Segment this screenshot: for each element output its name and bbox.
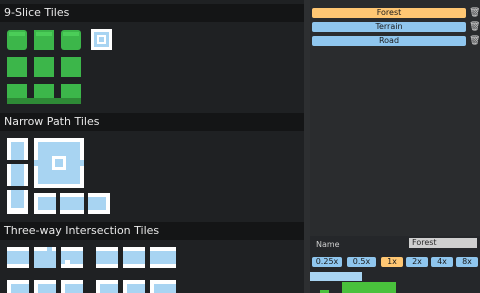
name-label: Name bbox=[316, 240, 340, 249]
zoom-button-1[interactable]: 1x bbox=[381, 257, 403, 267]
zoom-button-2[interactable]: 2x bbox=[406, 257, 428, 267]
trash-icon[interactable]: 🗑 bbox=[469, 36, 480, 46]
threeway-canvas[interactable] bbox=[0, 0, 304, 293]
properties-panel: Name Forest 0.25x 0.5x 1x 2x 4x 8x bbox=[310, 236, 480, 293]
zoom-button-05[interactable]: 0.5x bbox=[347, 257, 376, 267]
terrain-item-road[interactable]: Road bbox=[312, 36, 466, 46]
tile-preview bbox=[342, 282, 396, 293]
trash-icon[interactable]: 🗑 bbox=[469, 22, 480, 32]
zoom-button-4[interactable]: 4x bbox=[431, 257, 453, 267]
trash-icon[interactable]: 🗑 bbox=[469, 8, 480, 18]
terrain-item-forest[interactable]: Forest bbox=[312, 8, 466, 18]
threeway-tiles bbox=[7, 247, 176, 293]
terrain-panel: Forest 🗑 Terrain 🗑 Road 🗑 Name Forest 0.… bbox=[310, 0, 480, 293]
name-input[interactable]: Forest bbox=[409, 238, 477, 248]
zoom-button-8[interactable]: 8x bbox=[456, 257, 478, 267]
terrain-item-terrain[interactable]: Terrain bbox=[312, 22, 466, 32]
tileset-panel: 9-Slice Tiles Narrow Path Tiles Three-wa… bbox=[0, 0, 304, 293]
terrain-list: Forest 🗑 Terrain 🗑 Road 🗑 bbox=[310, 0, 480, 236]
tile-strip-preview bbox=[310, 272, 362, 281]
zoom-button-025[interactable]: 0.25x bbox=[312, 257, 342, 267]
